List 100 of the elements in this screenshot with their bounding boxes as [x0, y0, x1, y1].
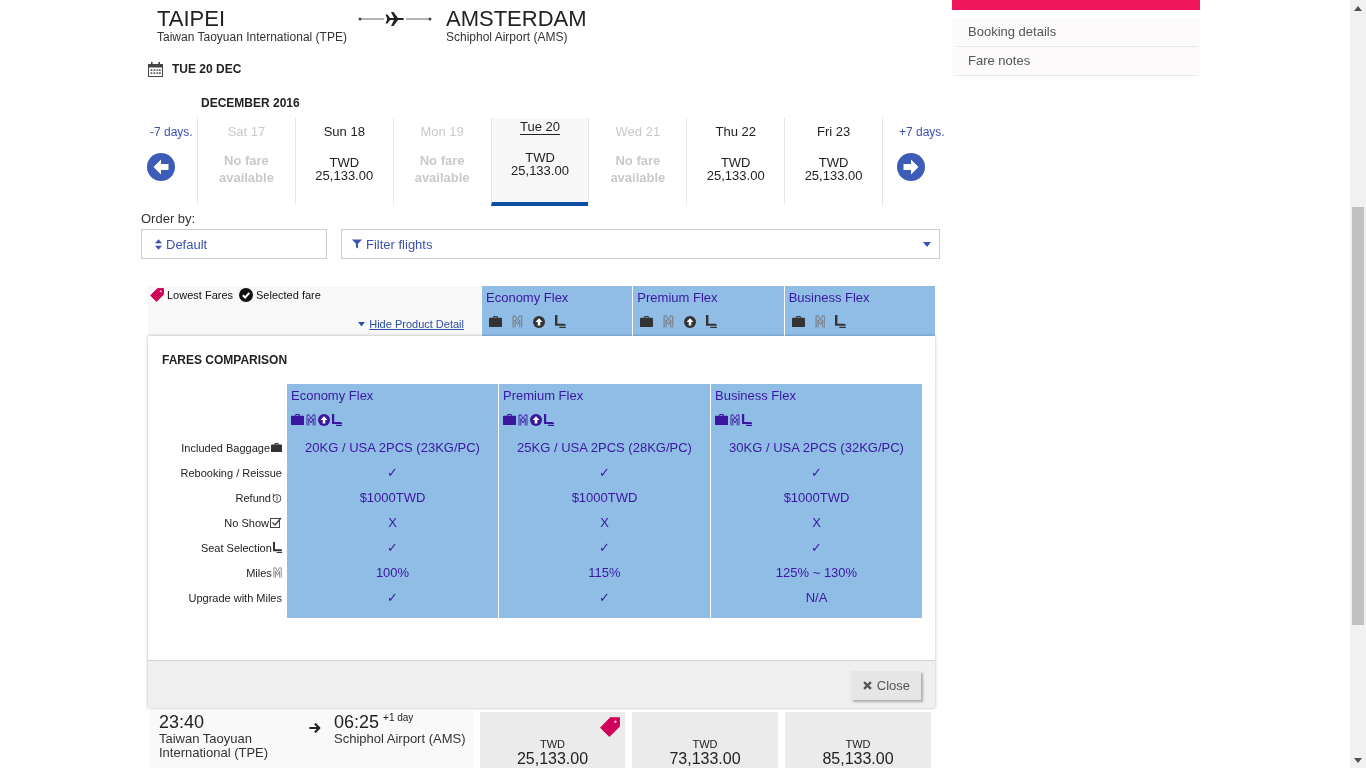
sidebar-item[interactable]: Booking details [957, 18, 1197, 47]
table-cell: ✓ [711, 460, 922, 485]
table-cell: 100% [287, 560, 498, 585]
row-label: Upgrade with Miles [188, 591, 282, 604]
briefcase-icon [640, 315, 654, 328]
sort-dropdown[interactable]: Default [141, 229, 327, 259]
departure-airport: Taiwan Taoyuan International (TPE) [159, 732, 270, 760]
table-cell: ✓ [287, 460, 498, 485]
scrollbar-thumb[interactable] [1352, 207, 1364, 625]
table-cell: ✓ [499, 535, 710, 560]
check-square-icon [270, 516, 282, 529]
scroll-down-icon[interactable] [1354, 758, 1362, 763]
briefcase-icon [271, 442, 282, 453]
seat-icon [706, 315, 717, 328]
next-week-button[interactable] [897, 153, 925, 181]
sidebar-item[interactable]: Fare notes [957, 47, 1197, 76]
fare-family-name: Economy Flex [291, 388, 375, 404]
hide-detail-link[interactable]: Hide Product Detail [358, 318, 464, 330]
fare-family-name: Business Flex [788, 290, 871, 306]
calendar-icon [148, 61, 163, 77]
arrival-time: 06:25 [334, 712, 380, 732]
date-tab[interactable]: Tue 20 TWD 25,133.00 [490, 118, 589, 206]
date-tab[interactable]: Sun 18 TWD 25,133.00 [294, 118, 393, 206]
table-cell: 25KG / USA 2PCS (28KG/PC) [499, 435, 710, 460]
order-by-label: Order by: [141, 212, 196, 226]
previous-week-button[interactable] [147, 153, 175, 181]
seat-icon [332, 413, 342, 426]
origin-airport: Taiwan Taoyuan International (TPE) [157, 30, 348, 44]
row-label: Included Baggage [181, 441, 270, 454]
outline-m-icon [663, 315, 675, 328]
panel-title: FARES COMPARISON [162, 353, 288, 367]
scroll-up-icon[interactable] [1354, 6, 1362, 11]
table-cell: X [287, 510, 498, 535]
destination-city: AMSTERDAM [446, 8, 588, 30]
caret-down-icon [358, 321, 366, 327]
fare-family-name: Premium Flex [637, 290, 719, 306]
outline-m-icon [272, 567, 282, 578]
fare-option[interactable]: TWD 73,133.00 [632, 712, 778, 768]
arrow-right-circle-icon [897, 153, 925, 181]
table-cell: ✓ [287, 535, 498, 560]
row-label: Rebooking / Reissue [180, 466, 282, 479]
fare-family-name: Premium Flex [503, 388, 585, 404]
arrival-airport: Schiphol Airport (AMS) [334, 732, 467, 746]
table-cell: ✓ [287, 585, 498, 618]
fare-option[interactable]: TWD 85,133.00 [785, 712, 931, 768]
filter-dropdown[interactable]: Filter flights [341, 229, 940, 259]
briefcase-icon [715, 413, 728, 426]
table-cell: N/A [711, 585, 922, 618]
close-icon [862, 681, 872, 690]
table-cell: ✓ [499, 460, 710, 485]
table-cell: $1000TWD [287, 485, 498, 510]
outline-m-icon [814, 315, 826, 328]
table-cell: ✓ [499, 585, 710, 618]
table-cell: $1000TWD [499, 485, 710, 510]
origin-city: TAIPEI [157, 8, 227, 30]
seat-icon [742, 413, 752, 426]
fare-family-name: Economy Flex [486, 290, 570, 306]
fare-option[interactable]: TWD 25,133.00 [480, 712, 625, 768]
table-cell: 30KG / USA 2PCS (32KG/PC) [711, 435, 922, 460]
seat-icon [554, 315, 566, 328]
legend-label: Selected fare [256, 289, 321, 301]
row-label: No Show [224, 516, 269, 529]
destination-airport: Schiphol Airport (AMS) [446, 30, 569, 44]
next-week-link[interactable]: +7 days. [899, 125, 945, 139]
departure-time: 23:40 [159, 712, 206, 732]
arrow-left-circle-icon [147, 153, 175, 181]
table-cell: X [499, 510, 710, 535]
legend-label: Lowest Fares [167, 289, 234, 301]
month-label: DECEMBER 2016 [201, 95, 300, 111]
sort-icon [155, 238, 162, 250]
date-tab[interactable]: Fri 23 TWD 25,133.00 [784, 118, 882, 206]
table-cell: X [711, 510, 922, 535]
row-label: Refund [235, 491, 271, 504]
airplane-icon [358, 12, 432, 26]
table-cell: 20KG / USA 2PCS (23KG/PC) [287, 435, 498, 460]
date-tab[interactable]: Thu 22 TWD 25,133.00 [686, 118, 785, 206]
fare-family-name: Business Flex [715, 388, 797, 404]
arrow-right-icon [309, 722, 321, 734]
table-cell: 125% ~ 130% [711, 560, 922, 585]
row-label: Miles [246, 566, 272, 579]
seat-icon [835, 315, 847, 328]
seat-icon [272, 542, 282, 553]
table-cell: 115% [499, 560, 710, 585]
outline-m-icon [518, 413, 528, 426]
outline-m-icon [730, 413, 740, 426]
seat-icon [544, 413, 554, 426]
briefcase-icon [503, 413, 516, 426]
outline-m-icon [306, 413, 316, 426]
scrollbar[interactable] [1350, 0, 1366, 768]
day-offset: +1 day [383, 712, 414, 724]
travel-date: TUE 20 DEC [172, 62, 242, 76]
briefcase-icon [291, 413, 304, 426]
previous-week-link[interactable]: -7 days. [150, 125, 193, 139]
table-cell: $1000TWD [711, 485, 922, 510]
briefcase-icon [489, 315, 502, 328]
table-cell: ✓ [711, 535, 922, 560]
filter-icon [352, 239, 362, 249]
close-button[interactable]: Close [850, 671, 921, 700]
row-label: Seat Selection [200, 541, 272, 554]
outline-m-icon [512, 315, 523, 328]
